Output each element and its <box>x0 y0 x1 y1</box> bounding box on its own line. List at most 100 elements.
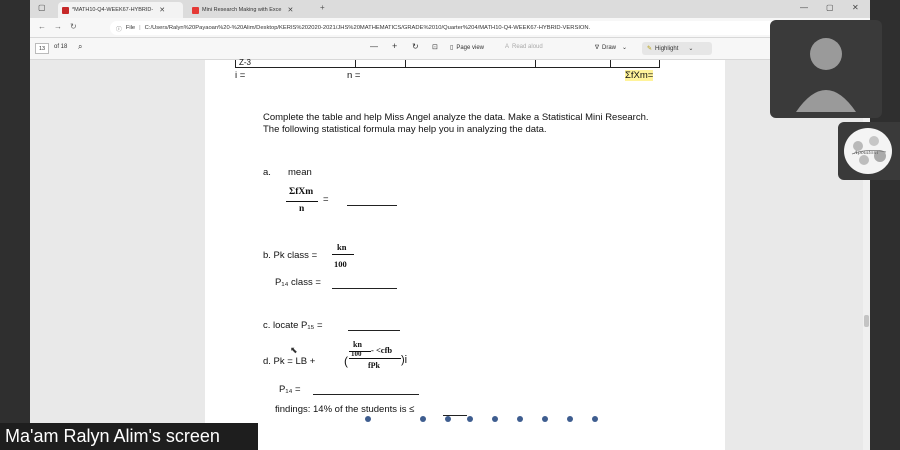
highlight-label: Highlight <box>655 45 679 52</box>
pk-formula-kn: kn <box>353 340 362 349</box>
open-paren: ( <box>344 354 348 368</box>
instructions-line1: Complete the table and help Miss Angel a… <box>263 112 649 123</box>
tab-label: *MATH10-Q4-WEEK67-HYBRID- <box>72 7 154 13</box>
mean-fraction-bar <box>286 201 318 202</box>
pk-formula-100: 100 <box>351 350 362 358</box>
findings-text: findings: 14% of the students is ≤ <box>275 404 415 415</box>
p15-blank <box>348 330 400 331</box>
i-label: i = <box>235 70 246 81</box>
annotation-dot <box>542 416 548 422</box>
pk-denominator: 100 <box>334 259 347 269</box>
tab-pdf[interactable]: *MATH10-Q4-WEEK67-HYBRID- ✕ <box>58 2 183 18</box>
table-divider <box>610 60 611 68</box>
forward-icon[interactable]: → <box>54 22 62 31</box>
item-a-word: mean <box>288 167 312 178</box>
draw-icon: ∇ <box>595 45 600 51</box>
close-icon[interactable]: ✕ <box>287 6 293 14</box>
table-cell-text: Z-3 <box>239 58 251 67</box>
pdf-icon <box>62 6 69 14</box>
page-total: of 18 <box>54 44 68 50</box>
refresh-icon[interactable]: ↻ <box>70 22 77 31</box>
page-view-button[interactable]: ▯ Page view <box>450 44 484 52</box>
fit-page-icon[interactable]: ⊡ <box>432 43 438 51</box>
draw-label: Draw <box>602 44 617 51</box>
scrollbar-thumb[interactable] <box>864 315 869 327</box>
mean-numerator: ΣfXm <box>289 187 314 197</box>
avatar-icon <box>796 38 856 112</box>
read-aloud-icon: A <box>505 44 510 50</box>
participant-tile[interactable] <box>770 20 882 118</box>
table-divider <box>405 60 406 68</box>
tab-bar: ▢ *MATH10-Q4-WEEK67-HYBRID- ✕ Mini Resea… <box>30 0 870 18</box>
annotation-dot <box>567 416 573 422</box>
tab-label: Mini Research Making with Exce <box>202 7 282 13</box>
annotation-dot <box>365 416 371 422</box>
annotation-dot <box>445 416 451 422</box>
url-text: C:/Users/Ralyn%20Payaoan%20-%20Alim/Desk… <box>144 25 591 31</box>
pk-fraction-bar <box>332 254 354 255</box>
minimize-icon[interactable]: — <box>800 3 808 12</box>
pdf-viewer: Z-3 i = n = ΣfXm= Complete the table and… <box>30 58 870 450</box>
close-window-icon[interactable]: ✕ <box>852 3 859 12</box>
main-fraction-bar <box>349 358 401 359</box>
presenter-name-label: Ma'am Ralyn Alim's screen <box>0 423 258 450</box>
participant-logo-tile[interactable]: Apolatoni <box>838 122 900 180</box>
tab-actions-icon[interactable]: ▢ <box>38 3 46 12</box>
search-icon[interactable]: ⌕ <box>78 42 82 52</box>
pk-numerator: kn <box>337 242 347 252</box>
pdf-page: Z-3 i = n = ΣfXm= Complete the table and… <box>205 58 725 450</box>
table-top-border <box>235 60 660 68</box>
page-number-input[interactable]: 13 <box>35 43 49 54</box>
back-icon[interactable]: ← <box>38 22 46 31</box>
maximize-icon[interactable]: ▢ <box>826 3 834 12</box>
logo-text: Apolatoni <box>854 150 879 156</box>
highlighter-icon: ✎ <box>647 46 653 52</box>
page-view-label: Page view <box>456 44 484 51</box>
zoom-out-button[interactable]: — <box>370 42 378 51</box>
tab-youtube[interactable]: Mini Research Making with Exce ✕ <box>188 2 313 18</box>
info-icon: ⓘ <box>116 26 122 33</box>
url-divider: | <box>139 25 141 31</box>
formula-suffix: )i <box>401 354 408 366</box>
fpk-denominator: fPk <box>368 361 380 370</box>
cfb-term: - <cfb <box>371 345 393 355</box>
mean-equals: = <box>323 194 329 205</box>
annotation-dot <box>492 416 498 422</box>
instructions-line2: The following statistical formula may he… <box>263 124 547 135</box>
browser-window: ▢ *MATH10-Q4-WEEK67-HYBRID- ✕ Mini Resea… <box>30 0 870 450</box>
read-aloud-button[interactable]: A Read aloud <box>505 44 543 50</box>
read-aloud-label: Read aloud <box>512 44 543 50</box>
youtube-icon <box>192 6 199 14</box>
mean-answer-blank <box>347 205 397 206</box>
scrollbar[interactable] <box>863 60 870 450</box>
table-divider <box>535 60 536 68</box>
draw-button[interactable]: ∇ Draw ⌄ <box>595 44 627 52</box>
item-d-label: d. Pk = LB + <box>263 356 316 367</box>
close-icon[interactable]: ✕ <box>159 6 165 14</box>
item-c-label: c. locate P₁₅ = <box>263 320 323 331</box>
p14-class-label: P₁₄ class = <box>275 277 321 288</box>
annotation-dot <box>517 416 523 422</box>
mouse-cursor-icon: ⬉ <box>290 345 298 355</box>
rotate-icon[interactable]: ↻ <box>412 42 419 51</box>
annotation-dot <box>467 416 473 422</box>
highlight-button[interactable]: ✎ Highlight ⌄ <box>642 42 712 55</box>
url-field[interactable]: ⓘ File | C:/Users/Ralyn%20Payaoan%20-%20… <box>110 21 855 35</box>
item-a-letter: a. <box>263 167 271 178</box>
p14-class-blank <box>332 288 397 289</box>
item-b-label: b. Pk class = <box>263 250 318 261</box>
new-tab-icon[interactable]: + <box>320 3 325 12</box>
p14-label: P₁₄ = <box>279 384 301 395</box>
url-prefix: File <box>125 25 136 31</box>
table-divider <box>355 60 356 68</box>
p14-blank <box>313 394 419 395</box>
mean-denominator: n <box>299 204 305 214</box>
school-logo: Apolatoni <box>844 128 892 174</box>
zoom-in-button[interactable]: + <box>392 41 397 51</box>
annotation-dot <box>592 416 598 422</box>
page-view-icon: ▯ <box>450 45 454 51</box>
meeting-stage: ▢ *MATH10-Q4-WEEK67-HYBRID- ✕ Mini Resea… <box>0 0 900 450</box>
chevron-down-icon: ⌄ <box>688 46 694 52</box>
sum-fxm-label: ΣfXm= <box>625 70 654 81</box>
address-bar: ← → ↻ ⓘ File | C:/Users/Ralyn%20Payaoan%… <box>30 18 870 38</box>
